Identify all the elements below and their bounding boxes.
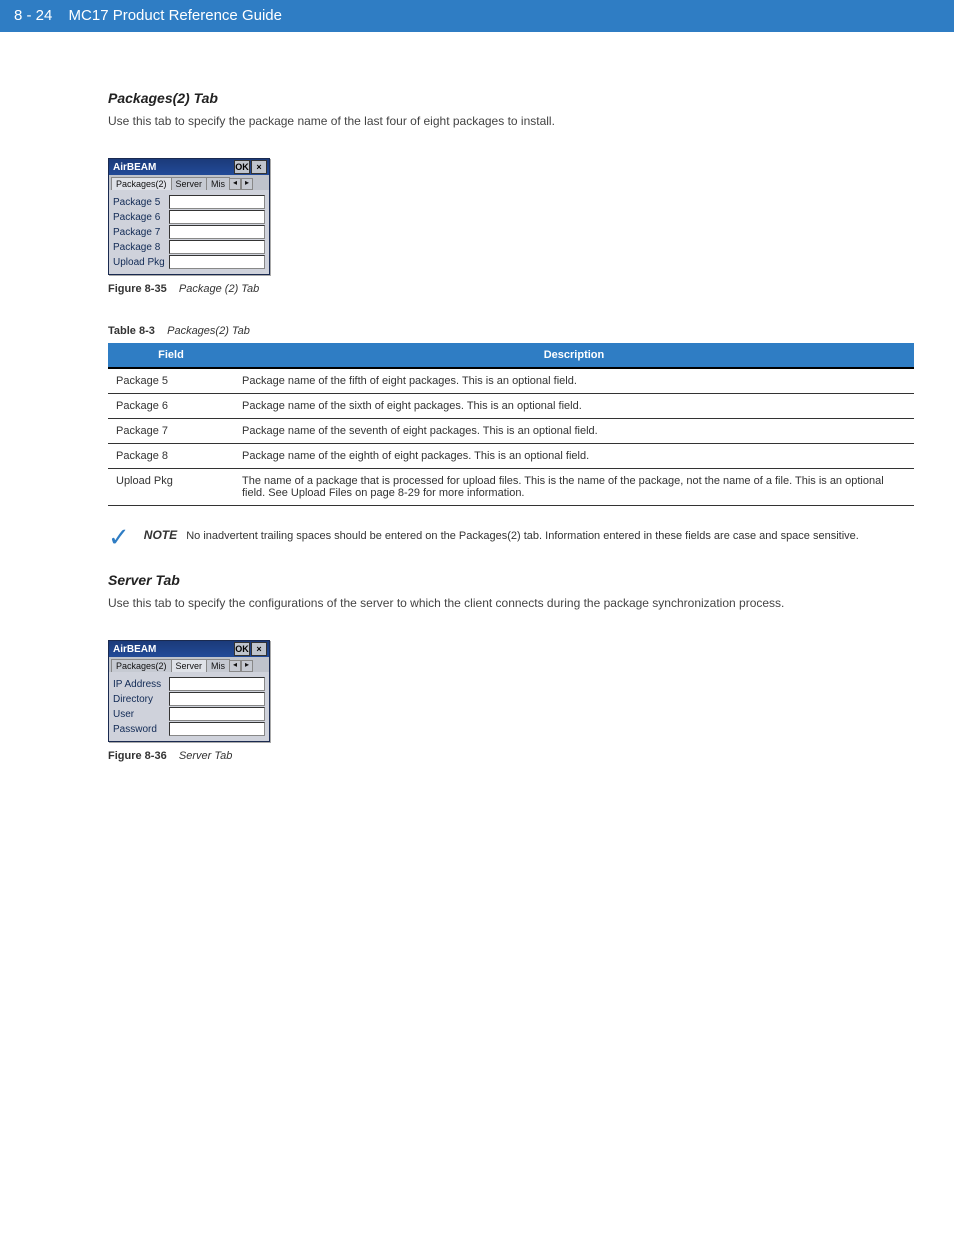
page-content: Packages(2) Tab Use this tab to specify … [0, 32, 954, 822]
user-input[interactable] [169, 707, 265, 721]
tab-server[interactable]: Server [171, 659, 208, 672]
field-label-package7: Package 7 [113, 227, 169, 238]
table-row: Package 8Package name of the eighth of e… [108, 444, 914, 469]
table-row: Package 6Package name of the sixth of ei… [108, 394, 914, 419]
cell-field: Package 5 [108, 368, 234, 394]
field-label-dir: Directory [113, 694, 169, 705]
figure-8-35-caption: Figure 8-35 Package (2) Tab [108, 283, 914, 295]
close-icon[interactable]: × [251, 642, 267, 656]
window-title: AirBEAM [113, 162, 233, 173]
server-description: Use this tab to specify the configuratio… [108, 596, 914, 610]
package8-input[interactable] [169, 240, 265, 254]
tab-scroll-right-icon[interactable]: ▸ [241, 660, 253, 672]
field-label-pass: Password [113, 724, 169, 735]
table-row: Upload PkgThe name of a package that is … [108, 469, 914, 506]
directory-input[interactable] [169, 692, 265, 706]
table-8-3-label: Table 8-3 Packages(2) Tab [108, 325, 914, 337]
window-tabs: Packages(2) Server Mis ◂ ▸ [109, 657, 269, 672]
ok-button[interactable]: OK [234, 642, 250, 656]
packages2-description: Use this tab to specify the package name… [108, 114, 914, 128]
cell-desc: Package name of the fifth of eight packa… [234, 368, 914, 394]
col-header-field: Field [108, 343, 234, 368]
ip-input[interactable] [169, 677, 265, 691]
page-header: 8 - 24 MC17 Product Reference Guide [0, 0, 954, 32]
figure-number: Figure 8-35 [108, 283, 167, 295]
figure-8-35-window: AirBEAM OK × Packages(2) Server Mis ◂ ▸ … [108, 158, 270, 275]
cell-field: Upload Pkg [108, 469, 234, 506]
table-row: Package 5Package name of the fifth of ei… [108, 368, 914, 394]
page-number: 8 - 24 [14, 0, 52, 32]
figure-caption-text: Server Tab [179, 750, 232, 762]
cell-desc: Package name of the sixth of eight packa… [234, 394, 914, 419]
figure-number: Figure 8-36 [108, 750, 167, 762]
field-label-uploadpkg: Upload Pkg [113, 257, 169, 268]
window-titlebar: AirBEAM OK × [109, 159, 269, 175]
package7-input[interactable] [169, 225, 265, 239]
window-tabs: Packages(2) Server Mis ◂ ▸ [109, 175, 269, 190]
package5-input[interactable] [169, 195, 265, 209]
field-label-ip: IP Address [113, 679, 169, 690]
cell-field: Package 7 [108, 419, 234, 444]
table-number: Table 8-3 [108, 325, 155, 337]
table-row: Package 7Package name of the seventh of … [108, 419, 914, 444]
tab-scroll-right-icon[interactable]: ▸ [241, 178, 253, 190]
uploadpkg-input[interactable] [169, 255, 265, 269]
cell-field: Package 6 [108, 394, 234, 419]
doc-title: MC17 Product Reference Guide [69, 7, 282, 24]
ok-button[interactable]: OK [234, 160, 250, 174]
note-label: NOTE [144, 528, 177, 542]
tab-packages2[interactable]: Packages(2) [111, 177, 172, 190]
window-body: Package 5 Package 6 Package 7 Package 8 … [109, 190, 269, 274]
window-body: IP Address Directory User Password [109, 672, 269, 741]
tab-misc[interactable]: Mis [206, 659, 230, 672]
tab-server[interactable]: Server [171, 177, 208, 190]
table-caption: Packages(2) Tab [167, 325, 250, 337]
tab-packages2[interactable]: Packages(2) [111, 659, 172, 672]
cell-desc: The name of a package that is processed … [234, 469, 914, 506]
note-block: ✓ NOTE No inadvertent trailing spaces sh… [108, 528, 914, 544]
figure-8-36-caption: Figure 8-36 Server Tab [108, 750, 914, 762]
server-heading: Server Tab [108, 572, 914, 588]
cell-field: Package 8 [108, 444, 234, 469]
package6-input[interactable] [169, 210, 265, 224]
figure-8-36-window: AirBEAM OK × Packages(2) Server Mis ◂ ▸ … [108, 640, 270, 742]
figure-caption-text: Package (2) Tab [179, 283, 259, 295]
field-label-package5: Package 5 [113, 197, 169, 208]
field-label-package6: Package 6 [113, 212, 169, 223]
note-text: NOTE No inadvertent trailing spaces shou… [144, 528, 859, 542]
field-label-package8: Package 8 [113, 242, 169, 253]
tab-scroll-left-icon[interactable]: ◂ [229, 660, 241, 672]
cell-desc: Package name of the eighth of eight pack… [234, 444, 914, 469]
window-title: AirBEAM [113, 644, 233, 655]
close-icon[interactable]: × [251, 160, 267, 174]
window-titlebar: AirBEAM OK × [109, 641, 269, 657]
col-header-description: Description [234, 343, 914, 368]
tab-scroll-left-icon[interactable]: ◂ [229, 178, 241, 190]
tab-misc[interactable]: Mis [206, 177, 230, 190]
note-body: No inadvertent trailing spaces should be… [186, 530, 859, 542]
checkmark-icon: ✓ [108, 528, 130, 544]
packages2-heading: Packages(2) Tab [108, 90, 914, 106]
packages2-description-table: Field Description Package 5Package name … [108, 343, 914, 506]
password-input[interactable] [169, 722, 265, 736]
field-label-user: User [113, 709, 169, 720]
cell-desc: Package name of the seventh of eight pac… [234, 419, 914, 444]
